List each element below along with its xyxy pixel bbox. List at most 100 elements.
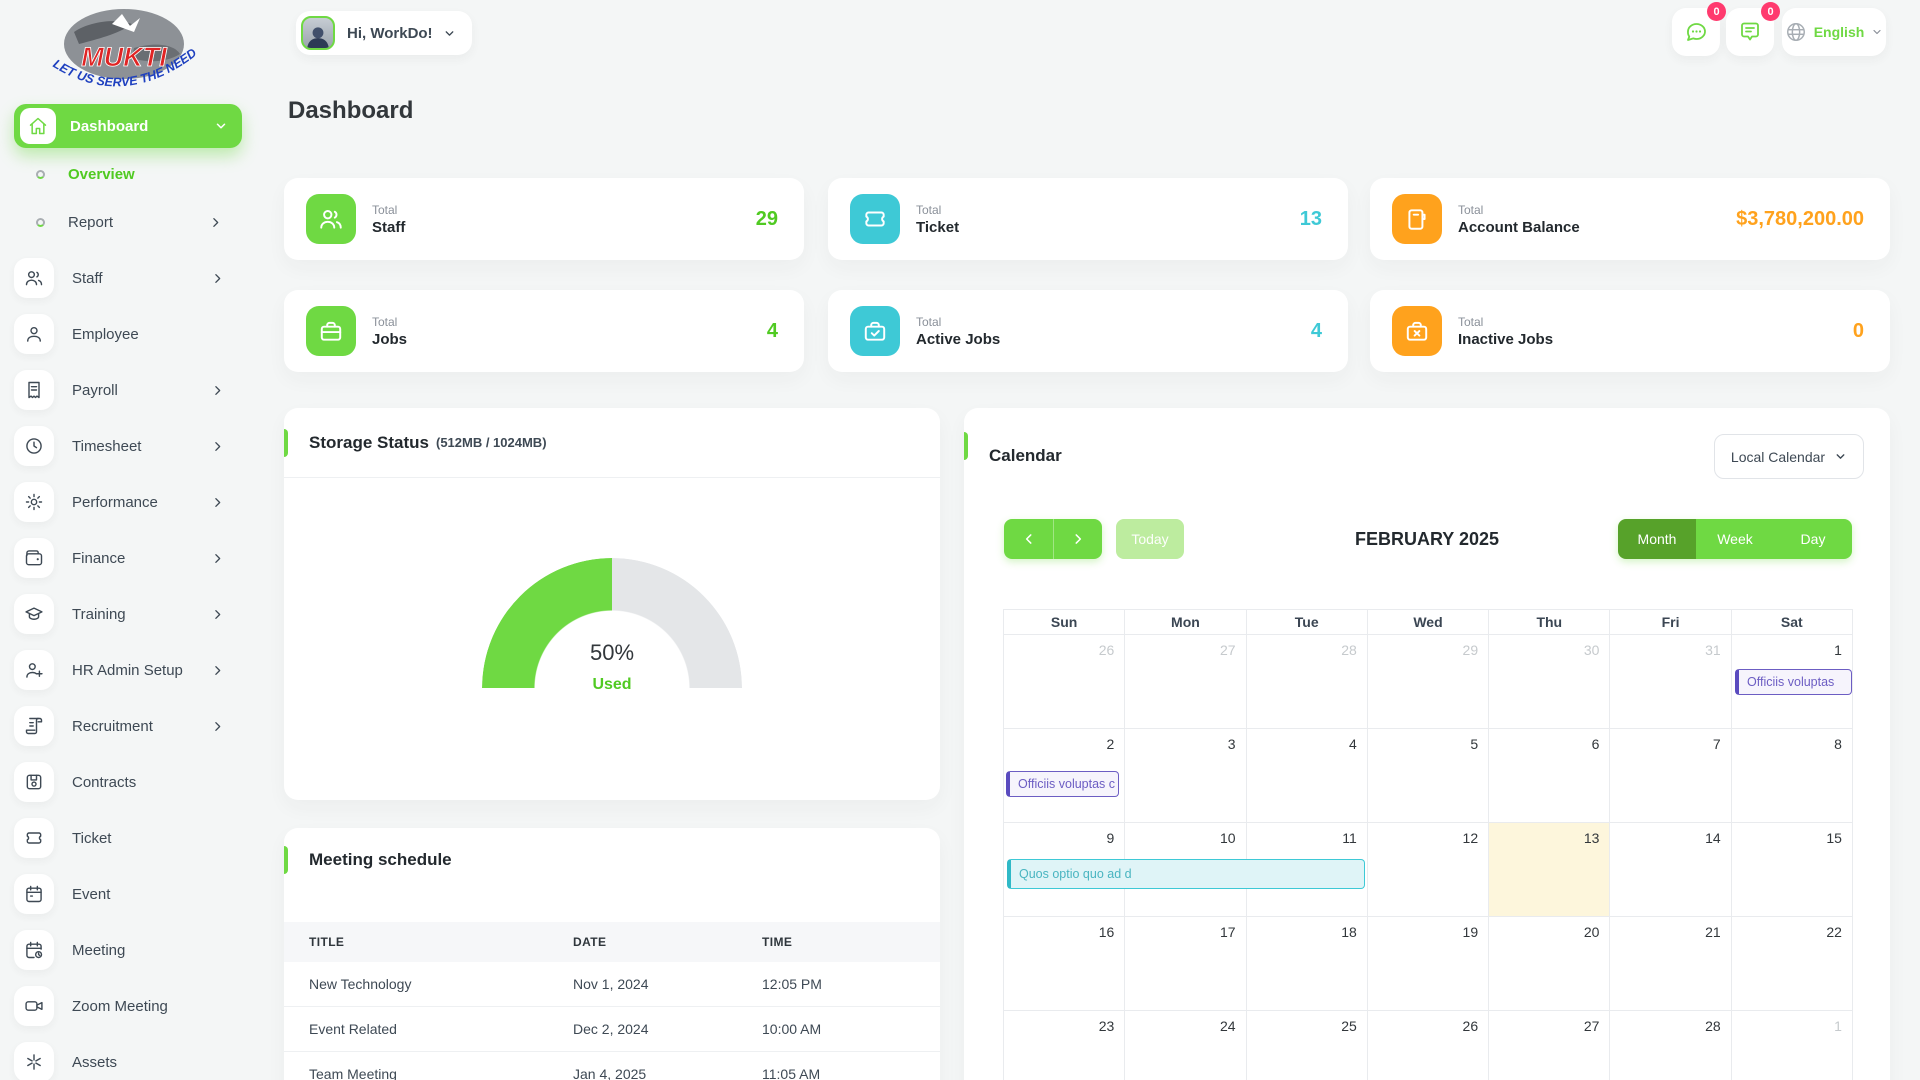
wallet-icon <box>14 538 54 578</box>
calendar-source-select[interactable]: Local Calendar <box>1714 434 1864 479</box>
storage-title: Storage Status <box>309 433 429 453</box>
sidebar-item-finance[interactable]: Finance <box>0 530 256 586</box>
sidebar-item-assets[interactable]: Assets <box>0 1034 256 1080</box>
notification-badge: 0 <box>1761 2 1780 21</box>
calendar-day[interactable]: 18 <box>1246 917 1367 1010</box>
notification-badge: 0 <box>1707 2 1726 21</box>
sidebar-item-meeting[interactable]: Meeting <box>0 922 256 978</box>
calendar-day[interactable]: 19 <box>1367 917 1488 1010</box>
calendar-day[interactable]: 28 <box>1246 635 1367 728</box>
storage-gauge <box>482 558 742 688</box>
language-selector[interactable]: English <box>1782 8 1886 56</box>
calendar-day[interactable]: 16 <box>1004 917 1124 1010</box>
calendar-day-today[interactable]: 13 <box>1488 823 1609 916</box>
calendar-day[interactable]: 7 <box>1609 729 1730 822</box>
calendar-day[interactable]: 12 <box>1367 823 1488 916</box>
calendar-day[interactable]: 30 <box>1488 635 1609 728</box>
receipt-icon <box>14 370 54 410</box>
calendar-day[interactable]: 21 <box>1609 917 1730 1010</box>
sidebar-item-report[interactable]: Report <box>0 200 256 244</box>
sidebar-item-timesheet[interactable]: Timesheet <box>0 418 256 474</box>
calendar-day[interactable]: 26 <box>1004 635 1124 728</box>
calendar-day[interactable]: 27 <box>1124 635 1245 728</box>
calendar-day[interactable]: 24 <box>1124 1011 1245 1080</box>
message-square-icon <box>1738 20 1762 44</box>
calendar-day[interactable]: 31 <box>1609 635 1730 728</box>
calendar-title: Calendar <box>989 446 1062 466</box>
sidebar-item-ticket[interactable]: Ticket <box>0 810 256 866</box>
page-title: Dashboard <box>288 97 413 125</box>
calendar-day[interactable]: 3 <box>1124 729 1245 822</box>
target-icon <box>14 482 54 522</box>
calendar-day[interactable]: 25 <box>1246 1011 1367 1080</box>
sidebar-item-event[interactable]: Event <box>0 866 256 922</box>
messenger-button[interactable]: 0 <box>1672 8 1720 56</box>
stat-value: $3,780,200.00 <box>1736 208 1864 231</box>
calendar-day[interactable]: 4 <box>1246 729 1367 822</box>
bullet-icon <box>36 218 45 227</box>
meeting-table-header: TITLE DATE TIME <box>284 922 940 962</box>
graduation-cap-icon <box>14 594 54 634</box>
calendar-day[interactable]: 14 <box>1609 823 1730 916</box>
table-row[interactable]: Event Related Dec 2, 2024 10:00 AM <box>284 1007 940 1052</box>
calendar-event[interactable]: Officiis voluptas c <box>1006 771 1119 797</box>
chevron-down-icon <box>1871 26 1883 38</box>
scroll-icon <box>14 706 54 746</box>
calendar-event[interactable]: Officiis voluptas <box>1735 669 1852 695</box>
user-menu[interactable]: Hi, WorkDo! <box>296 11 472 55</box>
sidebar-item-overview[interactable]: Overview <box>0 152 256 196</box>
table-row[interactable]: Team Meeting Jan 4, 2025 11:05 AM <box>284 1052 940 1080</box>
chat-bubble-icon <box>1684 20 1708 44</box>
sidebar: MUKTI LET US SERVE THE NEEDY Dashboard O… <box>0 0 256 1080</box>
calendar-day[interactable]: 17 <box>1124 917 1245 1010</box>
storage-percent: 50% <box>284 640 940 666</box>
sidebar-item-payroll[interactable]: Payroll <box>0 362 256 418</box>
sidebar-item-staff[interactable]: Staff <box>0 250 256 306</box>
calendar-day[interactable]: 6 <box>1488 729 1609 822</box>
calendar-day[interactable]: 26 <box>1367 1011 1488 1080</box>
stat-value: 4 <box>767 320 778 343</box>
sidebar-item-performance[interactable]: Performance <box>0 474 256 530</box>
stat-card-account-balance: Total Account Balance $3,780,200.00 <box>1370 178 1890 260</box>
sidebar-item-contracts[interactable]: Contracts <box>0 754 256 810</box>
sidebar-item-dashboard[interactable]: Dashboard <box>14 104 242 148</box>
calendar-day[interactable]: 22 <box>1731 917 1852 1010</box>
view-month-button[interactable]: Month <box>1618 519 1696 559</box>
sidebar-item-training[interactable]: Training <box>0 586 256 642</box>
sidebar-item-recruitment[interactable]: Recruitment <box>0 698 256 754</box>
calendar-day[interactable]: 20 <box>1488 917 1609 1010</box>
notifications-button[interactable]: 0 <box>1726 8 1774 56</box>
table-row[interactable]: New Technology Nov 1, 2024 12:05 PM <box>284 962 940 1007</box>
chevron-right-icon <box>211 384 224 397</box>
stat-value: 13 <box>1300 208 1322 231</box>
clock-icon <box>14 426 54 466</box>
calendar-day[interactable]: 23 <box>1004 1011 1124 1080</box>
globe-icon <box>1785 21 1807 43</box>
ticket-icon <box>14 818 54 858</box>
language-label: English <box>1814 24 1865 40</box>
calendar-day[interactable]: 29 <box>1367 635 1488 728</box>
calendar-event[interactable]: Quos optio quo ad d <box>1007 859 1365 889</box>
bullet-icon <box>36 170 45 179</box>
stat-value: 0 <box>1853 320 1864 343</box>
chevron-down-icon <box>443 27 456 40</box>
view-week-button[interactable]: Week <box>1696 519 1774 559</box>
stat-card-inactive-jobs: Total Inactive Jobs 0 <box>1370 290 1890 372</box>
calendar-day[interactable]: 15 <box>1731 823 1852 916</box>
stat-card-total-staff: Total Staff 29 <box>284 178 804 260</box>
calendar-week: 16 17 18 19 20 21 22 <box>1004 917 1852 1011</box>
calendar-day[interactable]: 27 <box>1488 1011 1609 1080</box>
sidebar-item-hr-admin-setup[interactable]: HR Admin Setup <box>0 642 256 698</box>
view-day-button[interactable]: Day <box>1774 519 1852 559</box>
video-camera-icon <box>14 986 54 1026</box>
sidebar-item-employee[interactable]: Employee <box>0 306 256 362</box>
calendar-day[interactable]: 5 <box>1367 729 1488 822</box>
calendar-week: 2 3 4 5 6 7 8 <box>1004 729 1852 823</box>
calendar-day[interactable]: 1 <box>1731 1011 1852 1080</box>
stat-card-total-jobs: Total Jobs 4 <box>284 290 804 372</box>
meeting-schedule-card: Meeting schedule TITLE DATE TIME New Tec… <box>284 828 940 1080</box>
calendar-day[interactable]: 8 <box>1731 729 1852 822</box>
calendar-day[interactable]: 28 <box>1609 1011 1730 1080</box>
wallet-icon <box>1392 194 1442 244</box>
sidebar-item-zoom-meeting[interactable]: Zoom Meeting <box>0 978 256 1034</box>
